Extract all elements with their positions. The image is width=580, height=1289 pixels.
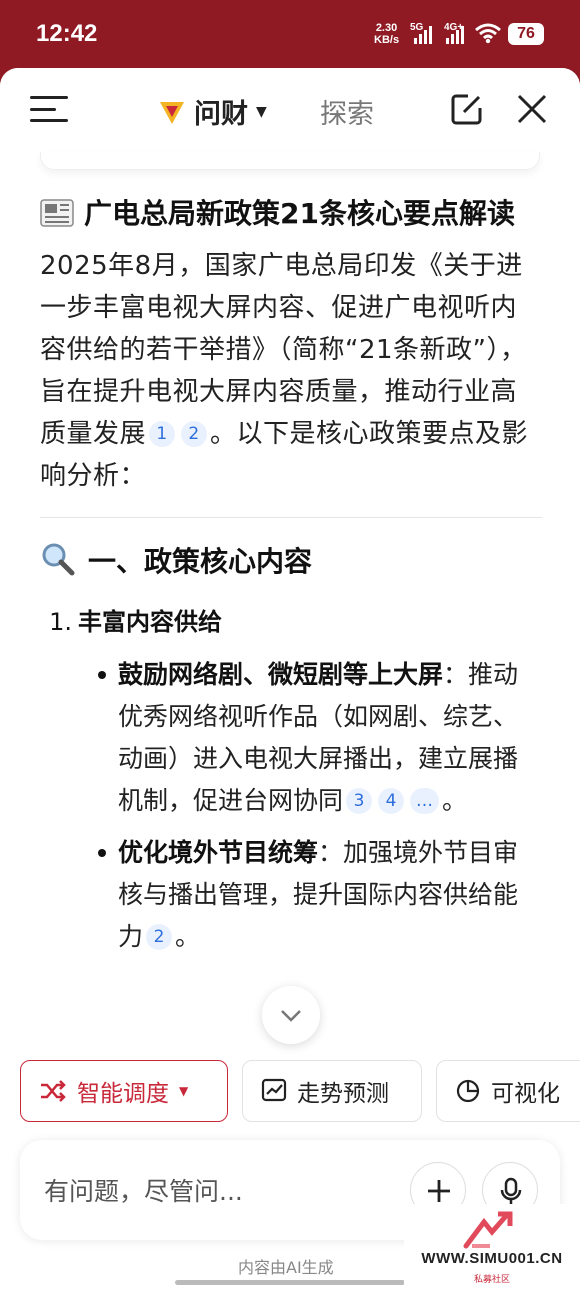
tool-chips: 智能调度 ▼ 走势预测 可视化	[0, 1060, 580, 1126]
chip-label: 可视化	[491, 1081, 560, 1107]
bullet-tail: 。	[175, 922, 201, 951]
signal-bars-icon	[414, 26, 432, 44]
article-heading: 广电总局新政策21条核心要点解读	[40, 193, 542, 235]
chevron-down-icon: ▼	[256, 103, 267, 120]
home-indicator[interactable]	[175, 1280, 405, 1285]
chip-trend-forecast[interactable]: 走势预测	[242, 1060, 422, 1122]
microphone-icon	[500, 1177, 522, 1204]
previous-card-edge	[40, 152, 540, 170]
divider	[40, 517, 542, 518]
scroll-down-button[interactable]	[262, 986, 320, 1044]
chip-label: 智能调度	[77, 1081, 169, 1107]
explore-tab[interactable]: 探索	[320, 92, 374, 131]
question-input[interactable]: 有问题，尽管问...	[44, 1172, 243, 1208]
new-chat-icon[interactable]	[450, 92, 484, 126]
brand-title: 问财	[194, 99, 248, 130]
pie-chart-icon	[456, 1079, 480, 1103]
status-time: 12:42	[36, 20, 98, 47]
answer-content: 广电总局新政策21条核心要点解读 2025年8月，国家广电总局印发《关于进一步丰…	[40, 193, 542, 968]
trend-chart-icon	[261, 1078, 287, 1102]
magnifier-icon	[42, 543, 75, 576]
signal-bars-icon-2	[446, 26, 464, 44]
section-title: 一、政策核心内容	[40, 540, 542, 584]
battery-indicator: 76	[508, 23, 544, 45]
newspaper-icon	[40, 199, 74, 227]
bullet-bold-text: 鼓励网络剧、微短剧等上大屏	[118, 660, 444, 689]
chip-visualize[interactable]: 可视化	[436, 1060, 580, 1122]
citation-badge[interactable]: 2	[146, 924, 173, 950]
app-panel: 问财 ▼ 探索 广电总局新政策21条核心要点解读 2025年8月，国家广电总局印…	[0, 68, 580, 1289]
menu-icon[interactable]	[30, 96, 68, 122]
watermark-url: WWW.SIMU001.CN	[421, 1250, 563, 1267]
chip-label: 走势预测	[297, 1081, 389, 1107]
bullet-list: 鼓励网络剧、微短剧等上大屏：推动优秀网络视听作品（如网剧、综艺、动画）进入电视大…	[40, 654, 542, 958]
bullet-item: 优化境外节目统筹：加强境外节目审核与播出管理，提升国际内容供给能力 2。	[40, 832, 542, 958]
top-bar: 问财 ▼ 探索	[0, 68, 580, 152]
bullet-bold-text: 优化境外节目统筹	[118, 838, 319, 867]
brand-switcher[interactable]: 问财 ▼	[158, 92, 267, 131]
network-speed-unit: KB/s	[374, 34, 400, 46]
brand-logo-icon	[160, 101, 184, 124]
chevron-down-icon	[281, 1010, 301, 1022]
citation-badge[interactable]: 2	[181, 421, 208, 447]
citation-badge[interactable]: 3	[346, 788, 373, 814]
shuffle-icon	[41, 1080, 66, 1102]
intro-paragraph: 2025年8月，国家广电总局印发《关于进一步丰富电视大屏内容、促进广电视听内容供…	[40, 245, 542, 497]
network-speed-value: 2.30	[375, 22, 398, 34]
ai-generated-note: 内容由AI生成	[238, 1258, 334, 1277]
watermark-logo-icon	[463, 1211, 513, 1249]
chip-smart-dispatch[interactable]: 智能调度 ▼	[20, 1060, 228, 1122]
list-item-title: 丰富内容供给	[78, 608, 222, 636]
caret-down-icon: ▼	[179, 1084, 189, 1098]
plus-icon	[428, 1180, 450, 1202]
list-item-heading: 1. 丰富内容供给	[40, 604, 542, 640]
status-bar: 12:42 2.30 KB/s 5G 4G+ 76	[0, 0, 580, 68]
section-title-text: 一、政策核心内容	[88, 545, 313, 578]
bullet-tail: 。	[442, 786, 468, 815]
network-speed: 2.30 KB/s	[374, 22, 399, 46]
watermark-subtitle: 私募社区	[473, 1275, 510, 1285]
bullet-item: 鼓励网络剧、微短剧等上大屏：推动优秀网络视听作品（如网剧、综艺、动画）进入电视大…	[40, 654, 542, 822]
article-heading-text: 广电总局新政策21条核心要点解读	[84, 197, 515, 230]
list-number: 1.	[49, 608, 72, 636]
site-watermark: WWW.SIMU001.CN 私募社区	[404, 1204, 580, 1289]
wifi-icon	[475, 23, 501, 44]
close-icon[interactable]	[515, 92, 549, 126]
citation-more-badge[interactable]: …	[410, 788, 440, 814]
citation-badge[interactable]: 4	[378, 788, 405, 814]
citation-badge[interactable]: 1	[149, 421, 176, 447]
